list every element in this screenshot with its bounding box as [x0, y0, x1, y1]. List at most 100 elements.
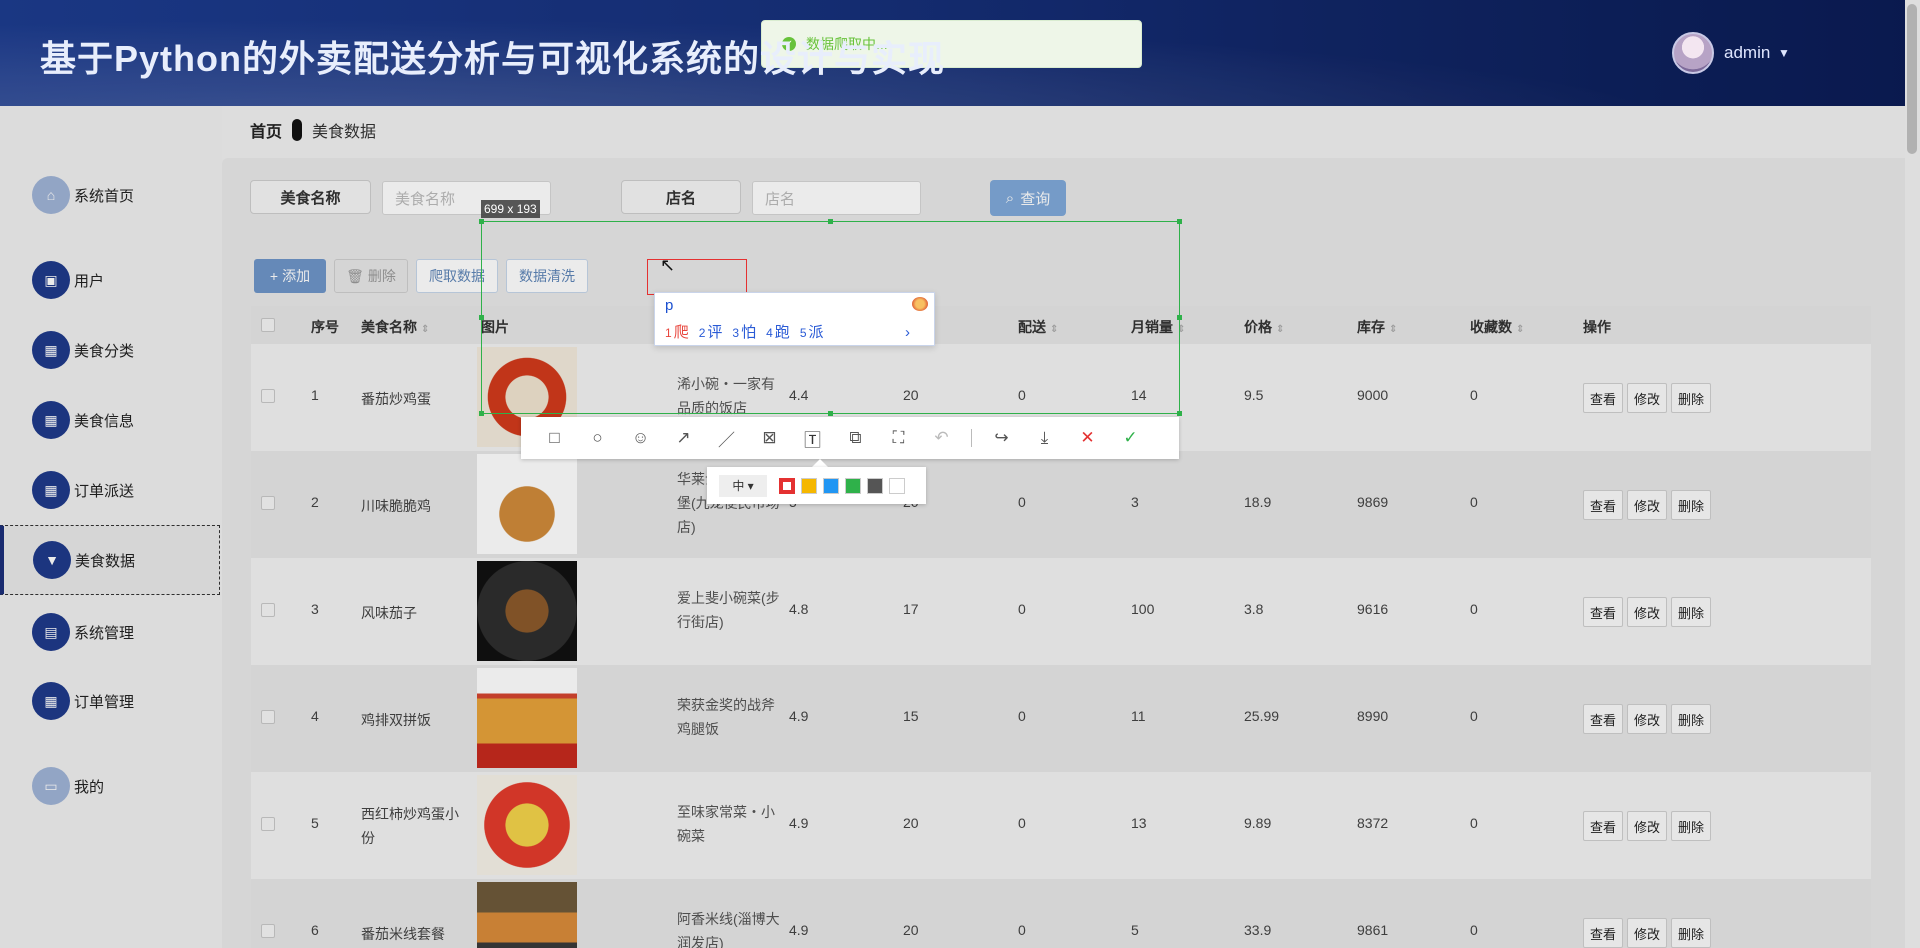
sidebar-item-label: 订单管理: [74, 693, 135, 711]
col-stock[interactable]: 库存 ⇕: [1357, 317, 1397, 337]
color-swatch[interactable]: [889, 477, 905, 494]
avatar[interactable]: [1672, 32, 1714, 74]
row-checkbox[interactable]: [261, 924, 275, 938]
color-swatch[interactable]: [867, 477, 883, 494]
breadcrumb-home[interactable]: 首页: [250, 118, 282, 142]
edit-row-button[interactable]: 修改: [1627, 811, 1668, 841]
download-icon[interactable]: ⤓: [1023, 417, 1066, 459]
col-name[interactable]: 美食名称 ⇕: [361, 317, 429, 337]
cell-stock: 9869: [1357, 494, 1389, 510]
card-icon: ▭: [32, 767, 70, 805]
ime-candidate[interactable]: 2评: [699, 321, 723, 342]
row-checkbox[interactable]: [261, 817, 275, 831]
search-button[interactable]: ⌕ 查询: [990, 180, 1066, 216]
resize-handle[interactable]: [1177, 315, 1182, 320]
food-image: [477, 775, 577, 875]
resize-handle[interactable]: [479, 411, 484, 416]
color-swatch[interactable]: [823, 477, 839, 494]
sidebar-item-system-admin[interactable]: ▤ 系统管理: [0, 603, 220, 661]
mosaic-tool-icon[interactable]: ⊠: [748, 417, 791, 459]
edit-row-button[interactable]: 修改: [1627, 597, 1668, 627]
resize-handle[interactable]: [479, 219, 484, 224]
arrow-tool-icon[interactable]: ↗: [662, 417, 705, 459]
breadcrumb: 首页 美食数据: [250, 118, 376, 142]
ime-candidate-window: p 1爬 2评 3怕 4跑 5派 ›: [654, 292, 935, 346]
share-icon[interactable]: ↪: [980, 417, 1023, 459]
ime-next-page-icon[interactable]: ›: [905, 324, 910, 341]
color-swatch[interactable]: [801, 477, 817, 494]
row-checkbox[interactable]: [261, 496, 275, 510]
select-all-checkbox[interactable]: [261, 318, 275, 332]
ime-candidate[interactable]: 5派: [800, 321, 824, 342]
scrollbar-thumb[interactable]: [1907, 4, 1917, 154]
pen-tool-icon[interactable]: ／: [705, 417, 748, 459]
cell-time: 20: [903, 815, 919, 831]
cell-index: 2: [311, 494, 319, 510]
sidebar-item-food-info[interactable]: ▦ 美食信息: [0, 391, 220, 449]
col-price[interactable]: 价格 ⇕: [1244, 317, 1284, 337]
search-icon: ⌕: [1005, 189, 1015, 207]
view-row-button[interactable]: 查看: [1583, 704, 1624, 734]
delete-row-button[interactable]: 删除: [1671, 918, 1712, 948]
edit-row-button[interactable]: 修改: [1627, 918, 1668, 948]
ime-candidate[interactable]: 3怕: [732, 321, 756, 342]
row-checkbox[interactable]: [261, 710, 275, 724]
sidebar-item-user[interactable]: ▣ 用户: [0, 251, 220, 309]
sidebar-item-food-data[interactable]: ▼ 美食数据: [0, 525, 220, 595]
view-row-button[interactable]: 查看: [1583, 811, 1624, 841]
edit-row-button[interactable]: 修改: [1627, 490, 1668, 520]
delete-row-button[interactable]: 删除: [1671, 597, 1712, 627]
delete-row-button[interactable]: 删除: [1671, 811, 1712, 841]
resize-handle[interactable]: [1177, 219, 1182, 224]
color-swatch[interactable]: [845, 477, 861, 494]
shop-name-input[interactable]: 店名: [752, 181, 921, 215]
sidebar-item-home[interactable]: ⌂ 系统首页: [0, 166, 220, 224]
font-size-select[interactable]: 中 ▾: [719, 474, 767, 497]
sidebar-item-label: 用户: [74, 272, 105, 290]
color-swatch[interactable]: [779, 477, 795, 494]
resize-handle[interactable]: [479, 315, 484, 320]
cell-name: 川味脆脆鸡: [361, 498, 431, 514]
text-tool-icon[interactable]: 🅃: [791, 417, 834, 459]
resize-handle[interactable]: [828, 411, 833, 416]
table-row: 2川味脆脆鸡5200318.998690华莱士・全鸡汉堡(九龙便民市场店)查看修…: [251, 451, 1871, 558]
cell-price: 18.9: [1244, 494, 1272, 510]
cell-delivery: 0: [1018, 922, 1026, 938]
cell-name: 番茄炒鸡蛋: [361, 391, 431, 407]
col-favorites[interactable]: 收藏数 ⇕: [1470, 317, 1524, 337]
ime-candidate[interactable]: 1爬: [665, 321, 689, 342]
breadcrumb-current: 美食数据: [312, 124, 377, 141]
resize-handle[interactable]: [828, 219, 833, 224]
ellipse-tool-icon[interactable]: ○: [576, 417, 619, 459]
sidebar-item-mine[interactable]: ▭ 我的: [0, 757, 220, 815]
confirm-check-icon[interactable]: ✓: [1109, 417, 1152, 459]
edit-row-button[interactable]: 修改: [1627, 383, 1668, 413]
delete-row-button[interactable]: 删除: [1671, 383, 1712, 413]
add-button[interactable]: + 添加: [254, 259, 326, 293]
resize-handle[interactable]: [1177, 411, 1182, 416]
sidebar-item-order-dispatch[interactable]: ▦ 订单派送: [0, 461, 220, 519]
view-row-button[interactable]: 查看: [1583, 490, 1624, 520]
view-row-button[interactable]: 查看: [1583, 918, 1624, 948]
pin-tool-icon[interactable]: ⧉: [834, 417, 877, 459]
view-row-button[interactable]: 查看: [1583, 383, 1624, 413]
edit-row-button[interactable]: 修改: [1627, 704, 1668, 734]
sidebar-item-food-category[interactable]: ▦ 美食分类: [0, 321, 220, 379]
row-checkbox[interactable]: [261, 603, 275, 617]
ime-candidate[interactable]: 4跑: [766, 321, 790, 342]
sidebar-item-order-admin[interactable]: ▦ 订单管理: [0, 672, 220, 730]
row-checkbox[interactable]: [261, 389, 275, 403]
delete-button[interactable]: 🗑 删除: [334, 259, 408, 293]
sidebar: ⌂ 系统首页 ▣ 用户 ▦ 美食分类 ▦ 美食信息 ▦ 订单派送 ▼ 美食数据 …: [0, 106, 222, 948]
ocr-tool-icon[interactable]: ⛶: [877, 417, 920, 459]
undo-icon[interactable]: ↶: [920, 417, 963, 459]
delete-row-button[interactable]: 删除: [1671, 490, 1712, 520]
cell-monthly-sales: 11: [1131, 708, 1146, 724]
rectangle-tool-icon[interactable]: □: [533, 417, 576, 459]
delete-row-button[interactable]: 删除: [1671, 704, 1712, 734]
user-name[interactable]: admin: [1724, 43, 1770, 63]
caret-down-icon[interactable]: ▼: [1778, 46, 1790, 60]
emoji-tool-icon[interactable]: ☺: [619, 417, 662, 459]
view-row-button[interactable]: 查看: [1583, 597, 1624, 627]
close-icon[interactable]: ✕: [1066, 417, 1109, 459]
